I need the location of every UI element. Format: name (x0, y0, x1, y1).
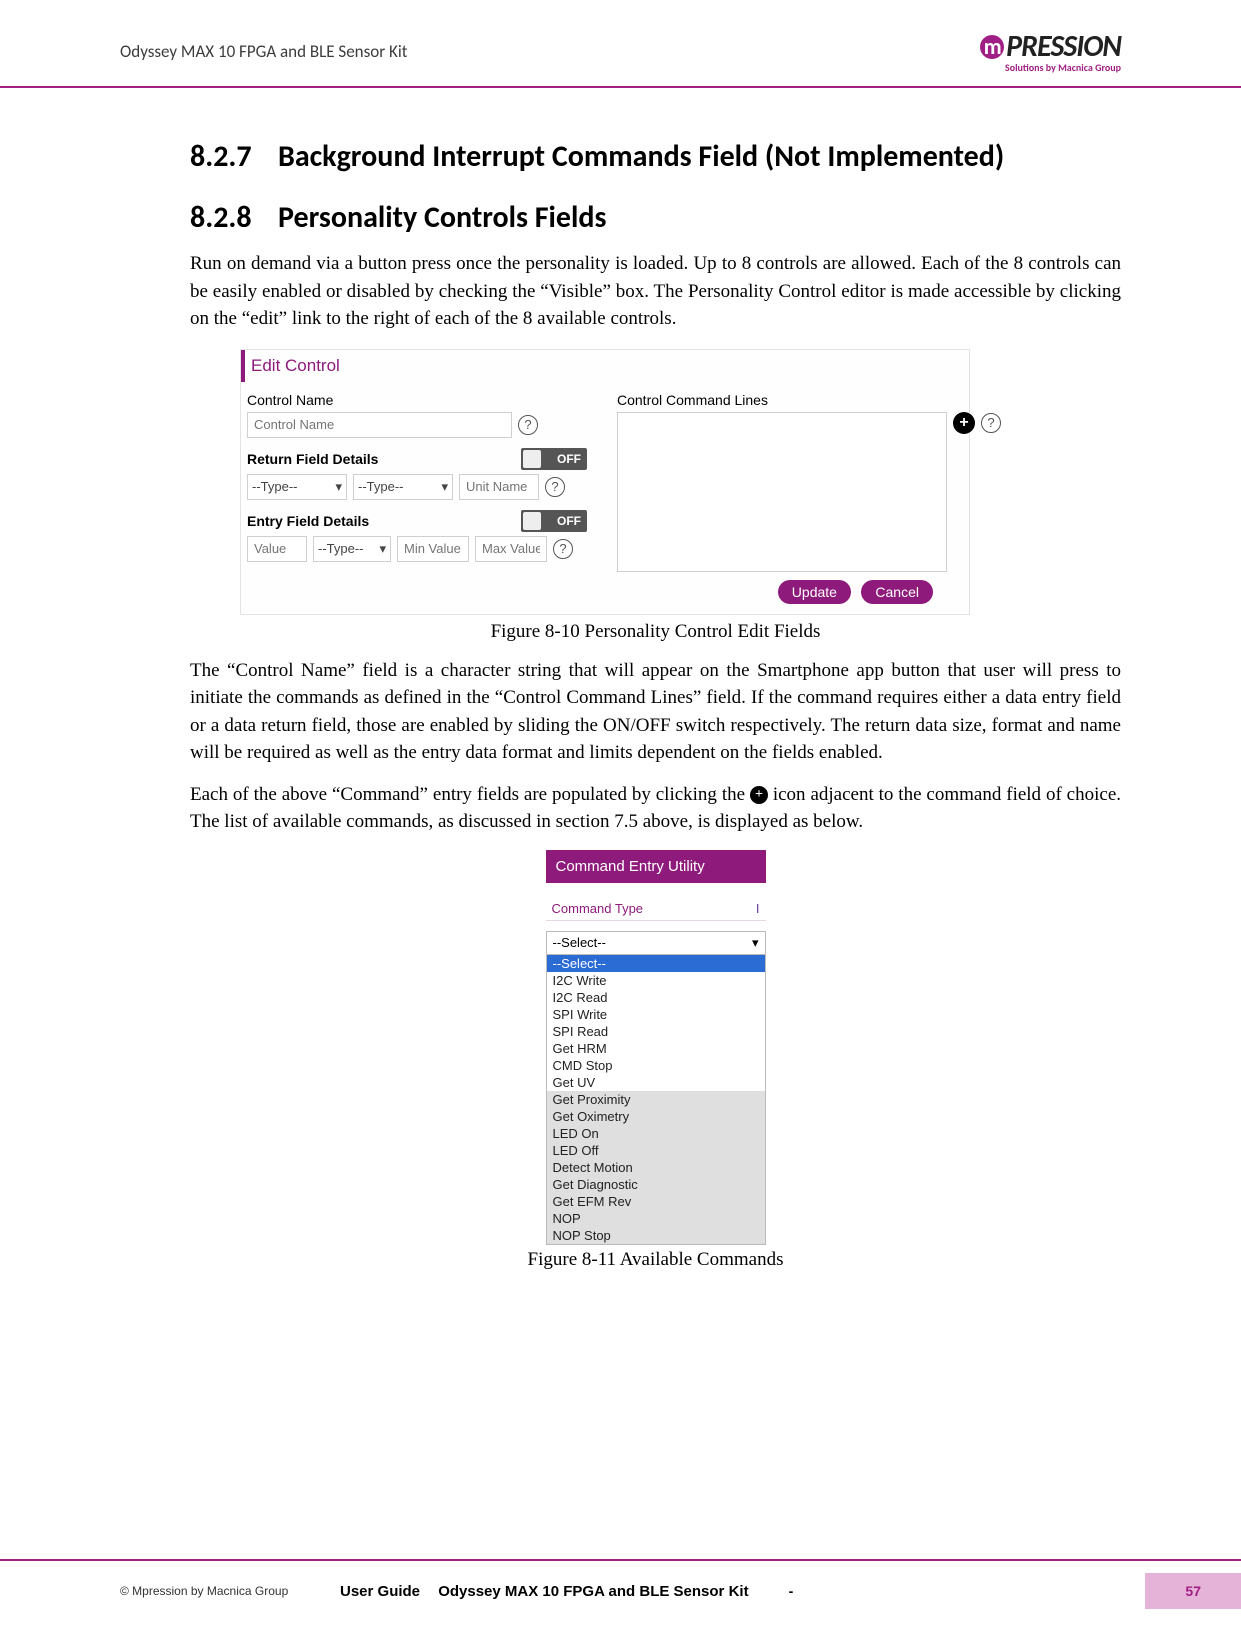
command-option[interactable]: SPI Write (547, 1006, 765, 1023)
min-value-input[interactable] (397, 536, 469, 562)
command-option[interactable]: Get Oximetry (547, 1108, 765, 1125)
command-type-options: --Select-- I2C Write I2C Read SPI Write … (546, 955, 766, 1245)
command-option[interactable]: LED Off (547, 1142, 765, 1159)
max-value-input[interactable] (475, 536, 547, 562)
chevron-down-icon: ▾ (752, 935, 759, 951)
chevron-down-icon: ▾ (441, 479, 448, 495)
return-field-label: Return Field Details (247, 451, 378, 467)
value-input[interactable] (247, 536, 307, 562)
command-option[interactable]: Get EFM Rev (547, 1193, 765, 1210)
cancel-button[interactable]: Cancel (861, 580, 933, 604)
entry-type-select[interactable]: --Type--▾ (313, 536, 391, 562)
logo-subtitle: Solutions by Macnica Group (1005, 61, 1121, 74)
figure-8-10-caption: Figure 8-10 Personality Control Edit Fie… (190, 621, 1121, 643)
help-icon[interactable]: ? (553, 539, 573, 559)
figure-8-11-caption: Figure 8-11 Available Commands (190, 1249, 1121, 1271)
paragraph-plus-icon: Each of the above “Command” entry fields… (190, 781, 1121, 836)
unit-name-input[interactable] (459, 474, 539, 500)
edit-control-dialog: Edit Control Control Name ? Return Field… (240, 349, 970, 615)
plus-icon: + (750, 786, 768, 804)
return-type2-select[interactable]: --Type--▾ (353, 474, 453, 500)
paragraph-control-name: The “Control Name” field is a character … (190, 657, 1121, 767)
command-type-select[interactable]: --Select-- ▾ (546, 931, 766, 955)
control-command-lines-label: Control Command Lines (617, 392, 1001, 408)
entry-toggle[interactable]: OFF (521, 510, 587, 532)
paragraph-intro: Run on demand via a button press once th… (190, 250, 1121, 333)
control-name-input[interactable] (247, 412, 512, 438)
footer-user-guide: User Guide (340, 1583, 420, 1600)
section-number-828: 8.2.8 (190, 199, 278, 236)
command-type-label: Command Type (552, 901, 644, 916)
command-option[interactable]: NOP Stop (547, 1227, 765, 1244)
edit-control-heading: Edit Control (241, 350, 959, 382)
update-button[interactable]: Update (778, 580, 851, 604)
control-name-label: Control Name (247, 392, 587, 408)
column-i-label: I (756, 901, 760, 916)
command-utility-title: Command Entry Utility (546, 850, 766, 883)
command-option[interactable]: LED On (547, 1125, 765, 1142)
logo-text: PRESSION (1006, 28, 1121, 65)
command-option[interactable]: --Select-- (547, 955, 765, 972)
control-command-lines-textarea[interactable] (617, 412, 947, 572)
command-option[interactable]: Get HRM (547, 1040, 765, 1057)
chevron-down-icon: ▾ (379, 541, 386, 557)
section-title-828: Personality Controls Fields (278, 200, 606, 236)
footer-doc-title: Odyssey MAX 10 FPGA and BLE Sensor Kit (438, 1583, 748, 1600)
command-option[interactable]: Get Proximity (547, 1091, 765, 1108)
command-option[interactable]: SPI Read (547, 1023, 765, 1040)
add-command-icon[interactable]: + (953, 412, 975, 434)
copyright: © Mpression by Macnica Group (120, 1584, 340, 1598)
command-option[interactable]: I2C Write (547, 972, 765, 989)
footer-dash: - (789, 1583, 794, 1599)
command-option[interactable]: CMD Stop (547, 1057, 765, 1074)
logo-plus-icon: m (980, 35, 1004, 59)
command-entry-utility: Command Entry Utility Command Type I --S… (546, 850, 766, 1245)
chevron-down-icon: ▾ (335, 479, 342, 495)
section-number-827: 8.2.7 (190, 138, 278, 175)
doc-title: Odyssey MAX 10 FPGA and BLE Sensor Kit (120, 41, 407, 62)
command-option[interactable]: I2C Read (547, 989, 765, 1006)
section-title-827: Background Interrupt Commands Field (Not… (278, 139, 1004, 175)
help-icon[interactable]: ? (981, 413, 1001, 433)
entry-field-label: Entry Field Details (247, 513, 369, 529)
help-icon[interactable]: ? (545, 477, 565, 497)
footer-rule (0, 1559, 1241, 1561)
brand-logo: m PRESSION Solutions by Macnica Group (980, 28, 1121, 74)
command-option[interactable]: Detect Motion (547, 1159, 765, 1176)
return-toggle[interactable]: OFF (521, 448, 587, 470)
command-option[interactable]: Get UV (547, 1074, 765, 1091)
help-icon[interactable]: ? (518, 415, 538, 435)
page-number: 57 (1145, 1573, 1241, 1609)
command-option[interactable]: Get Diagnostic (547, 1176, 765, 1193)
return-type-select[interactable]: --Type--▾ (247, 474, 347, 500)
command-option[interactable]: NOP (547, 1210, 765, 1227)
